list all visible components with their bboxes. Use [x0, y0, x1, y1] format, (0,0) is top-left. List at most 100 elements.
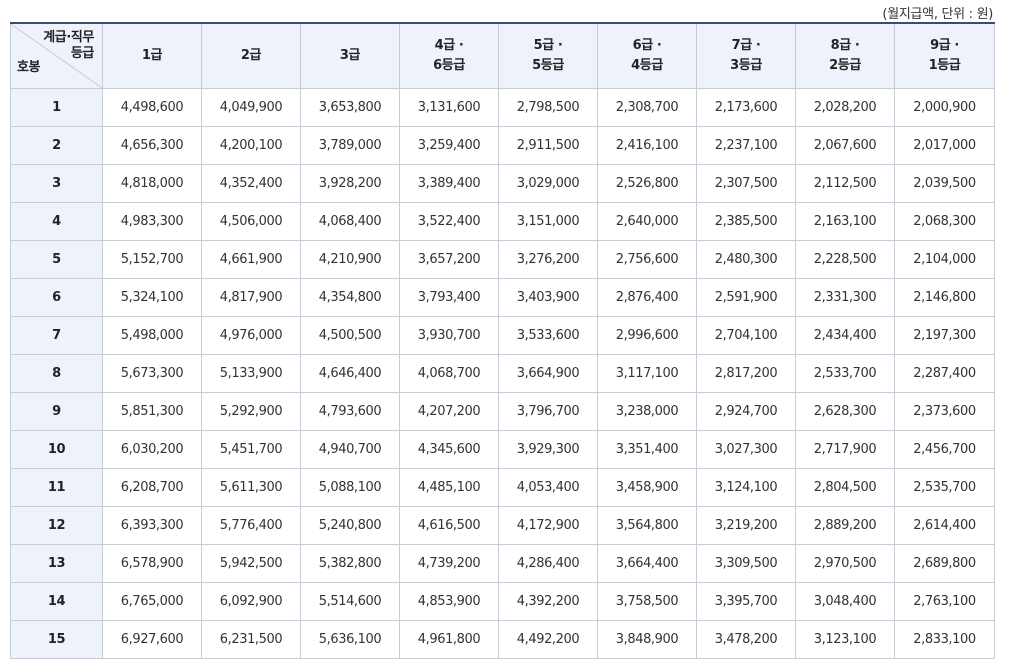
- salary-cell: 4,739,200: [399, 544, 499, 583]
- salary-cell: 4,492,200: [498, 620, 598, 659]
- salary-cell: 2,028,200: [795, 88, 895, 127]
- salary-cell: 6,030,200: [102, 430, 202, 469]
- salary-cell: 2,911,500: [498, 126, 598, 165]
- step-cell: 10: [10, 430, 103, 469]
- salary-cell: 3,789,000: [300, 126, 400, 165]
- column-header: 1급: [102, 22, 202, 89]
- salary-cell: 3,478,200: [696, 620, 796, 659]
- salary-cell: 4,976,000: [201, 316, 301, 355]
- salary-cell: 2,331,300: [795, 278, 895, 317]
- salary-cell: 4,656,300: [102, 126, 202, 165]
- salary-cell: 2,970,500: [795, 544, 895, 583]
- table-row: 10 6,030,200 5,451,700 4,940,700 4,345,600 3,…: [10, 430, 995, 469]
- column-header: 5급 · 5등급: [498, 22, 598, 89]
- step-cell: 1: [10, 88, 103, 127]
- salary-cell: 4,506,000: [201, 202, 301, 241]
- salary-cell: 2,434,400: [795, 316, 895, 355]
- salary-cell: 4,817,900: [201, 278, 301, 317]
- salary-cell: 4,818,000: [102, 164, 202, 203]
- step-cell: 14: [10, 582, 103, 621]
- salary-cell: 5,851,300: [102, 392, 202, 431]
- table-row: 2 4,656,300 4,200,100 3,789,000 3,259,400 2,9…: [10, 126, 995, 165]
- salary-cell: 2,876,400: [597, 278, 697, 317]
- step-cell: 5: [10, 240, 103, 279]
- salary-cell: 3,351,400: [597, 430, 697, 469]
- salary-cell: 3,664,400: [597, 544, 697, 583]
- salary-cell: 4,210,900: [300, 240, 400, 279]
- salary-cell: 3,758,500: [597, 582, 697, 621]
- salary-cell: 2,197,300: [894, 316, 995, 355]
- step-cell: 3: [10, 164, 103, 203]
- salary-cell: 6,208,700: [102, 468, 202, 507]
- salary-cell: 3,029,000: [498, 164, 598, 203]
- salary-cell: 3,929,300: [498, 430, 598, 469]
- salary-cell: 6,927,600: [102, 620, 202, 659]
- salary-cell: 4,940,700: [300, 430, 400, 469]
- salary-table: 계급·직무 등급 호봉 1급 2급 3급 4급 · 6등급 5급 · 5등급 6급 …: [10, 22, 995, 659]
- step-cell: 11: [10, 468, 103, 507]
- salary-cell: 2,591,900: [696, 278, 796, 317]
- salary-cell: 5,673,300: [102, 354, 202, 393]
- table-row: 12 6,393,300 5,776,400 5,240,800 4,616,500 4,…: [10, 506, 995, 545]
- salary-cell: 2,000,900: [894, 88, 995, 127]
- salary-cell: 4,352,400: [201, 164, 301, 203]
- salary-cell: 6,092,900: [201, 582, 301, 621]
- salary-cell: 4,345,600: [399, 430, 499, 469]
- salary-cell: 2,067,600: [795, 126, 895, 165]
- salary-cell: 2,640,000: [597, 202, 697, 241]
- salary-cell: 2,533,700: [795, 354, 895, 393]
- salary-cell: 5,382,800: [300, 544, 400, 583]
- salary-cell: 5,292,900: [201, 392, 301, 431]
- salary-cell: 3,117,100: [597, 354, 697, 393]
- salary-cell: 2,817,200: [696, 354, 796, 393]
- salary-cell: 6,765,000: [102, 582, 202, 621]
- table-row: 8 5,673,300 5,133,900 4,646,400 4,068,700 3,6…: [10, 354, 995, 393]
- salary-cell: 4,500,500: [300, 316, 400, 355]
- column-header: 7급 · 3등급: [696, 22, 796, 89]
- salary-cell: 6,578,900: [102, 544, 202, 583]
- salary-cell: 2,798,500: [498, 88, 598, 127]
- salary-cell: 3,522,400: [399, 202, 499, 241]
- column-header: 8급 · 2등급: [795, 22, 895, 89]
- salary-cell: 2,924,700: [696, 392, 796, 431]
- step-cell: 13: [10, 544, 103, 583]
- salary-cell: 2,717,900: [795, 430, 895, 469]
- salary-cell: 2,804,500: [795, 468, 895, 507]
- column-header: 6급 · 4등급: [597, 22, 697, 89]
- salary-cell: 3,238,000: [597, 392, 697, 431]
- salary-cell: 4,661,900: [201, 240, 301, 279]
- salary-cell: 2,385,500: [696, 202, 796, 241]
- corner-step-label: 호봉: [17, 60, 41, 75]
- salary-cell: 3,657,200: [399, 240, 499, 279]
- salary-cell: 4,961,800: [399, 620, 499, 659]
- table-row: 3 4,818,000 4,352,400 3,928,200 3,389,400 3,0…: [10, 164, 995, 203]
- salary-cell: 4,983,300: [102, 202, 202, 241]
- table-body: 1 4,498,600 4,049,900 3,653,800 3,131,600 2,7…: [10, 88, 995, 659]
- salary-cell: 4,646,400: [300, 354, 400, 393]
- salary-cell: 2,833,100: [894, 620, 995, 659]
- salary-cell: 4,853,900: [399, 582, 499, 621]
- column-header: 3급: [300, 22, 400, 89]
- salary-cell: 2,068,300: [894, 202, 995, 241]
- salary-cell: 2,526,800: [597, 164, 697, 203]
- table-row: 5 5,152,700 4,661,900 4,210,900 3,657,200 3,2…: [10, 240, 995, 279]
- salary-cell: 3,930,700: [399, 316, 499, 355]
- column-header: 4급 · 6등급: [399, 22, 499, 89]
- salary-cell: 2,146,800: [894, 278, 995, 317]
- table-row: 4 4,983,300 4,506,000 4,068,400 3,522,400 3,1…: [10, 202, 995, 241]
- salary-cell: 3,219,200: [696, 506, 796, 545]
- salary-cell: 2,614,400: [894, 506, 995, 545]
- salary-cell: 2,373,600: [894, 392, 995, 431]
- step-cell: 2: [10, 126, 103, 165]
- salary-cell: 2,763,100: [894, 582, 995, 621]
- salary-cell: 5,611,300: [201, 468, 301, 507]
- salary-cell: 5,152,700: [102, 240, 202, 279]
- salary-cell: 3,653,800: [300, 88, 400, 127]
- table-row: 15 6,927,600 6,231,500 5,636,100 4,961,800 4,…: [10, 620, 995, 659]
- salary-cell: 4,498,600: [102, 88, 202, 127]
- salary-cell: 2,628,300: [795, 392, 895, 431]
- salary-cell: 4,053,400: [498, 468, 598, 507]
- salary-cell: 2,704,100: [696, 316, 796, 355]
- salary-cell: 5,514,600: [300, 582, 400, 621]
- salary-cell: 2,480,300: [696, 240, 796, 279]
